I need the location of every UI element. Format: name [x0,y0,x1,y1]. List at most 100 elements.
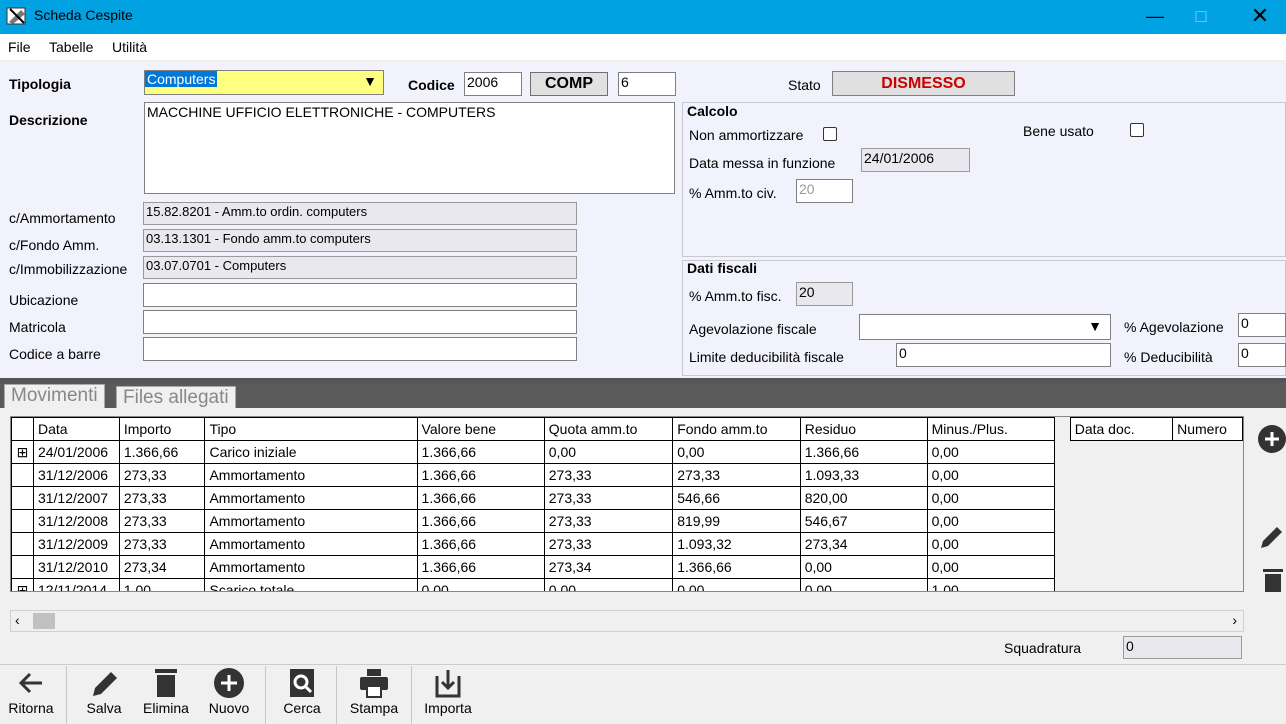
bene-usato-checkbox[interactable] [1130,123,1144,137]
expand-icon[interactable]: ⊞ [11,578,34,591]
table-cell[interactable]: 1.366,66 [416,440,545,464]
table-cell[interactable]: 24/01/2006 [32,440,120,464]
codice-barre-input[interactable] [143,337,577,361]
table-row[interactable]: 31/12/2009 273,33 Ammortamento 1.366,66 273,… [11,532,1243,556]
table-cell[interactable]: 1.093,32 [672,532,801,556]
scroll-left-icon[interactable]: ‹ [15,612,20,628]
table-cell[interactable]: 273,33 [543,463,674,487]
table-cell[interactable]: 273,34 [118,555,206,579]
table-cell[interactable]: 0,00 [672,440,801,464]
col-header[interactable]: Data doc. [1069,417,1174,441]
table-cell[interactable]: 0,00 [926,532,1055,556]
table-cell[interactable]: 0,00 [926,463,1055,487]
table-cell[interactable]: 273,34 [543,555,674,579]
tipologia-select[interactable]: Computers ▼ [144,70,384,95]
table-cell[interactable]: 0,00 [672,578,801,591]
perc-agev-input[interactable]: 0 [1238,313,1286,337]
close-button[interactable]: ✕ [1237,2,1283,30]
table-row[interactable]: ⊞ 12/11/2014 1,00 Scarico totale 0,00 0,00 0,0… [11,578,1243,591]
col-header[interactable]: Quota amm.to [543,417,674,441]
amm-civ-input[interactable]: 20 [796,179,853,203]
add-row-icon[interactable] [1257,424,1286,454]
menu-file[interactable]: File [8,39,31,55]
table-cell[interactable]: 31/12/2006 [32,463,120,487]
scroll-right-icon[interactable]: › [1232,612,1237,628]
c-immob-field[interactable]: 03.07.0701 - Computers [143,256,577,279]
expand-icon[interactable]: ⊞ [11,440,34,464]
menu-utilita[interactable]: Utilità [112,39,147,55]
matricola-input[interactable] [143,310,577,334]
table-cell[interactable]: 0,00 [543,440,674,464]
c-amm-field[interactable]: 15.82.8201 - Amm.to ordin. computers [143,202,577,225]
perc-ded-input[interactable]: 0 [1238,343,1286,367]
table-row[interactable]: 31/12/2010 273,34 Ammortamento 1.366,66 273,… [11,555,1243,579]
codice-input[interactable]: 2006 [464,72,522,96]
table-cell[interactable]: 0,00 [799,555,928,579]
descrizione-textarea[interactable]: MACCHINE UFFICIO ELETTRONICHE - COMPUTER… [144,102,675,194]
col-header[interactable]: Importo [118,417,206,441]
table-cell[interactable]: 0,00 [926,486,1055,510]
col-header[interactable]: Fondo amm.to [672,417,801,441]
table-row[interactable]: 31/12/2006 273,33 Ammortamento 1.366,66 273,… [11,463,1243,487]
col-header[interactable]: Minus./Plus. [926,417,1055,441]
table-cell[interactable]: 31/12/2009 [32,532,120,556]
nuovo-button[interactable]: Nuovo [204,666,254,716]
data-funzione-field[interactable]: 24/01/2006 [861,148,970,172]
table-cell[interactable]: 1.366,66 [118,440,206,464]
amm-fisc-field[interactable]: 20 [796,282,853,306]
agevolazione-select[interactable]: ▼ [859,314,1111,340]
table-cell[interactable]: Ammortamento [204,532,418,556]
table-cell[interactable]: 1.366,66 [416,532,545,556]
movements-grid[interactable]: Data Importo Tipo Valore bene Quota amm.… [10,416,1244,592]
col-header[interactable]: Data [32,417,120,441]
limite-input[interactable]: 0 [896,343,1111,367]
table-cell[interactable]: 12/11/2014 [32,578,120,591]
table-cell[interactable]: 1,00 [926,578,1055,591]
table-cell[interactable]: 31/12/2010 [32,555,120,579]
table-cell[interactable]: 0,00 [799,578,928,591]
col-header[interactable]: Residuo [799,417,928,441]
maximize-button[interactable]: □ [1178,2,1224,30]
table-cell[interactable]: 273,33 [118,532,206,556]
table-cell[interactable]: 0,00 [543,578,674,591]
table-cell[interactable]: 546,66 [672,486,801,510]
codice-num-input[interactable]: 6 [618,72,676,96]
table-cell[interactable]: 1,00 [118,578,206,591]
col-header[interactable]: Tipo [204,417,418,441]
squadratura-field[interactable]: 0 [1123,636,1242,659]
horizontal-scrollbar[interactable]: ‹ › [10,610,1244,632]
table-cell[interactable]: 0,00 [416,578,545,591]
tab-movimenti[interactable]: Movimenti [4,384,105,408]
table-cell[interactable]: 0,00 [926,440,1055,464]
table-cell[interactable]: Ammortamento [204,555,418,579]
table-cell[interactable]: 1.366,66 [416,555,545,579]
table-cell[interactable]: 1.366,66 [416,463,545,487]
table-cell[interactable]: 820,00 [799,486,928,510]
table-cell[interactable]: 273,33 [543,486,674,510]
col-header[interactable]: Valore bene [416,417,545,441]
table-cell[interactable]: 273,33 [118,463,206,487]
table-cell[interactable]: 31/12/2007 [32,486,120,510]
ubicazione-input[interactable] [143,283,577,307]
table-cell[interactable]: Scarico totale [204,578,418,591]
table-cell[interactable]: 1.366,66 [672,555,801,579]
c-fondo-field[interactable]: 03.13.1301 - Fondo amm.to computers [143,229,577,252]
col-header[interactable]: Numero [1172,417,1243,441]
table-row[interactable]: 31/12/2007 273,33 Ammortamento 1.366,66 273,… [11,486,1243,510]
table-cell[interactable]: 31/12/2008 [32,509,120,533]
non-amm-checkbox[interactable] [823,127,837,141]
delete-row-icon[interactable] [1260,566,1286,594]
table-cell[interactable]: Ammortamento [204,486,418,510]
salva-button[interactable]: Salva [80,666,128,716]
comp-button[interactable]: COMP [530,72,608,96]
table-cell[interactable]: Carico iniziale [204,440,418,464]
table-cell[interactable]: 273,33 [543,532,674,556]
table-cell[interactable]: 0,00 [926,509,1055,533]
importa-button[interactable]: Importa [418,666,478,716]
table-cell[interactable]: 273,33 [118,486,206,510]
table-cell[interactable]: Ammortamento [204,509,418,533]
table-row[interactable]: 31/12/2008 273,33 Ammortamento 1.366,66 273,… [11,509,1243,533]
table-cell[interactable]: 1.366,66 [799,440,928,464]
table-cell[interactable]: 0,00 [926,555,1055,579]
table-cell[interactable]: 273,33 [672,463,801,487]
